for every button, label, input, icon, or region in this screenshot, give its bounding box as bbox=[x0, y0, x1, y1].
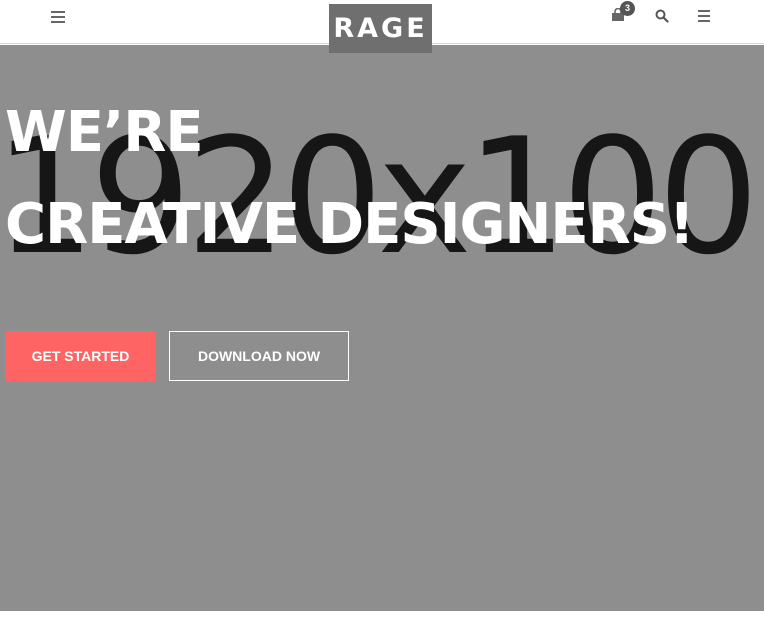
hamburger-menu-icon[interactable] bbox=[51, 11, 65, 23]
download-now-button[interactable]: DOWNLOAD NOW bbox=[169, 331, 349, 381]
hero-section: 1920x1008 WE’RE CREATIVE DESIGNERS! GET … bbox=[0, 45, 764, 611]
cart-button[interactable]: 3 bbox=[611, 1, 635, 22]
hero-headline-line-1: WE’RE bbox=[5, 100, 204, 165]
secondary-menu-icon[interactable] bbox=[698, 10, 710, 22]
search-button[interactable] bbox=[655, 9, 669, 23]
hero-headline-line-2: CREATIVE DESIGNERS! bbox=[5, 192, 695, 257]
search-icon bbox=[655, 9, 669, 23]
cart-count-badge: 3 bbox=[620, 1, 635, 16]
get-started-button[interactable]: GET STARTED bbox=[5, 331, 156, 381]
site-logo[interactable]: RAGE bbox=[329, 4, 432, 53]
